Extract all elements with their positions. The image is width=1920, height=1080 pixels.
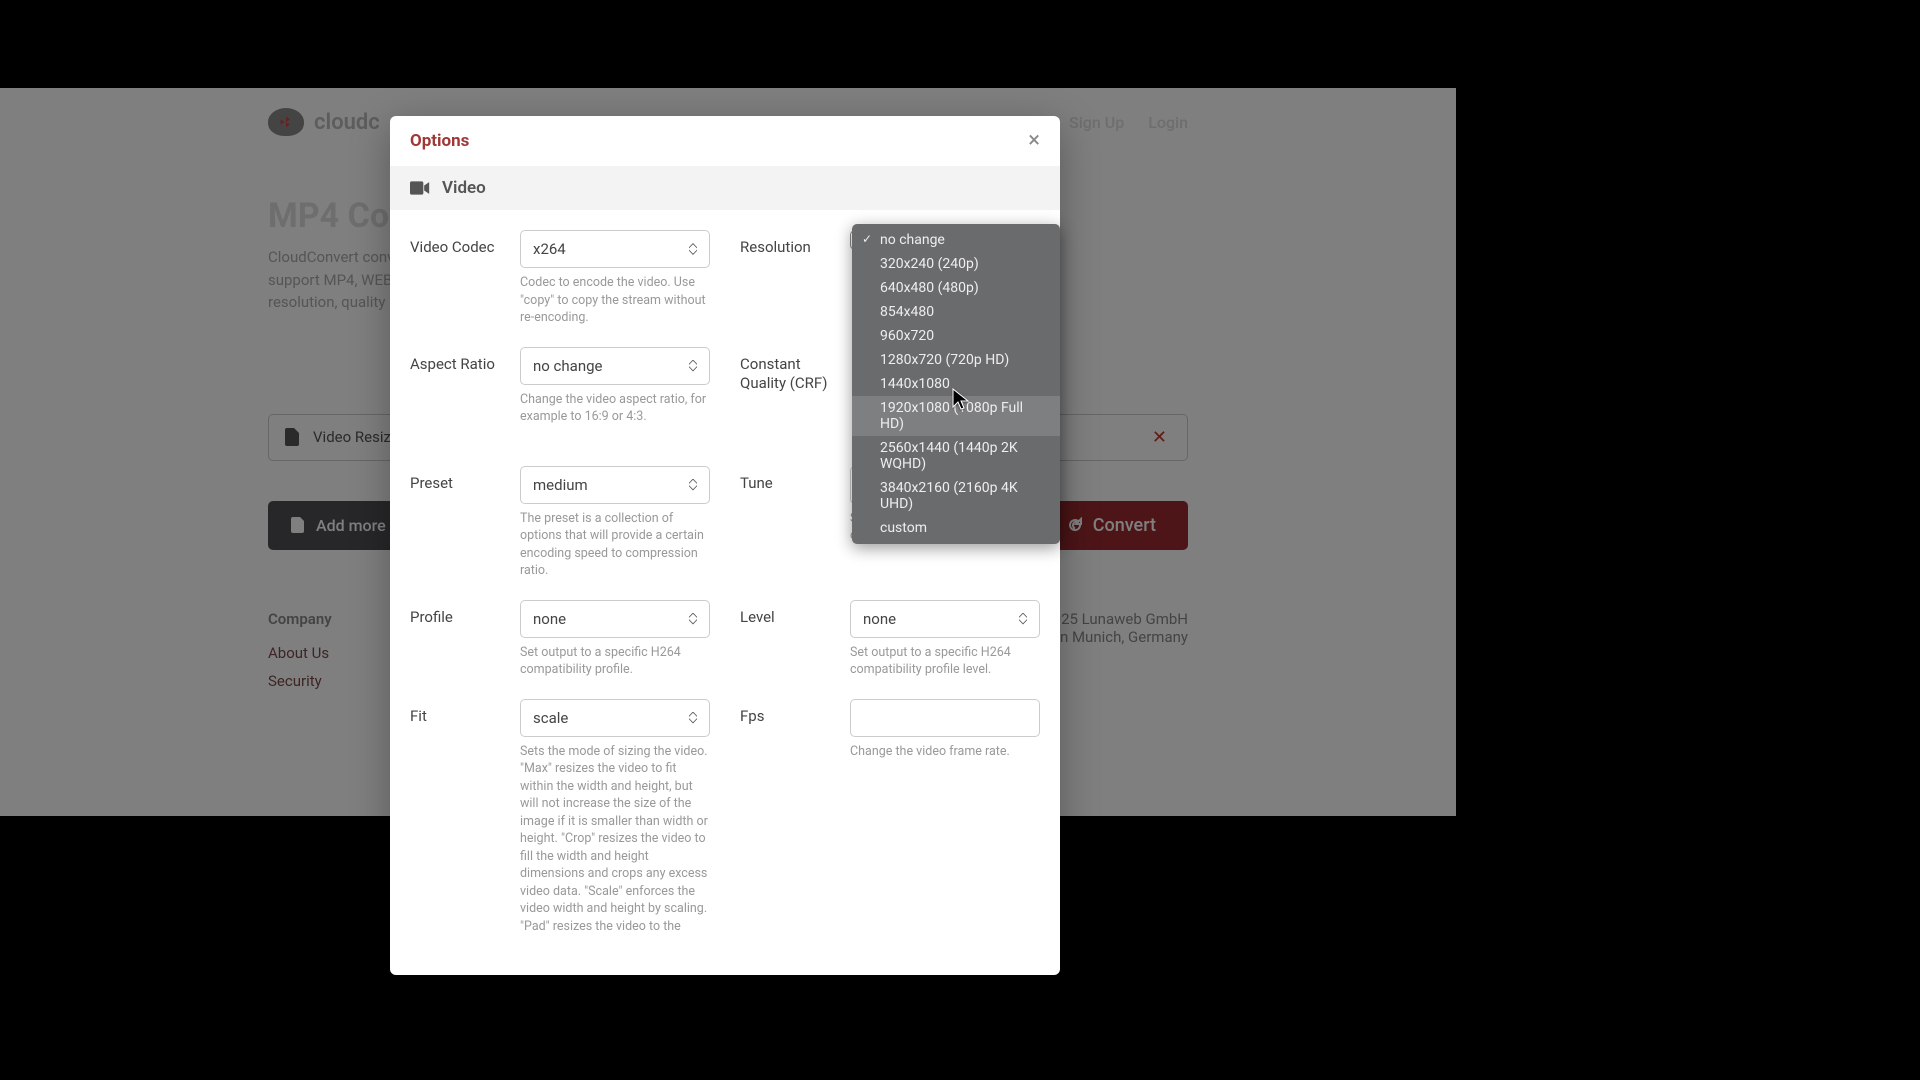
label-tune: Tune	[740, 466, 836, 494]
resolution-option[interactable]: 2560x1440 (1440p 2K WQHD)	[852, 436, 1060, 476]
label-video-codec: Video Codec	[410, 230, 506, 258]
select-level[interactable]: none	[850, 600, 1040, 638]
resolution-option[interactable]: 1280x720 (720p HD)	[852, 348, 1060, 372]
label-aspect: Aspect Ratio	[410, 347, 506, 375]
resolution-option[interactable]: 854x480	[852, 300, 1060, 324]
label-resolution: Resolution	[740, 230, 836, 258]
close-icon[interactable]: ×	[1028, 130, 1040, 152]
select-profile[interactable]: none	[520, 600, 710, 638]
help-codec: Codec to encode the video. Use "copy" to…	[520, 274, 710, 327]
section-header-video: Video	[390, 166, 1060, 210]
select-value: none	[533, 610, 566, 628]
help-profile: Set output to a specific H264 compatibil…	[520, 644, 710, 679]
help-fit: Sets the mode of sizing the video. "Max"…	[520, 743, 710, 936]
select-preset[interactable]: medium	[520, 466, 710, 504]
help-level: Set output to a specific H264 compatibil…	[850, 644, 1040, 679]
resolution-option[interactable]: 1920x1080 (1080p Full HD)	[852, 396, 1060, 436]
section-title: Video	[442, 178, 486, 198]
label-preset: Preset	[410, 466, 506, 494]
label-fit: Fit	[410, 699, 506, 727]
select-value: no change	[533, 357, 603, 375]
label-crf: Constant Quality (CRF)	[740, 347, 836, 394]
select-video-codec[interactable]: x264	[520, 230, 710, 268]
input-fps[interactable]	[850, 699, 1040, 737]
help-aspect: Change the video aspect ratio, for examp…	[520, 391, 710, 426]
select-value: x264	[533, 240, 566, 258]
select-aspect[interactable]: no change	[520, 347, 710, 385]
modal-title: Options	[410, 131, 469, 151]
label-level: Level	[740, 600, 836, 628]
help-fps: Change the video frame rate.	[850, 743, 1040, 761]
select-value: medium	[533, 476, 588, 494]
select-fit[interactable]: scale	[520, 699, 710, 737]
resolution-option[interactable]: 1440x1080	[852, 372, 1060, 396]
help-preset: The preset is a collection of options th…	[520, 510, 710, 580]
resolution-option[interactable]: 3840x2160 (2160p 4K UHD)	[852, 476, 1060, 516]
resolution-dropdown: no change320x240 (240p)640x480 (480p)854…	[852, 224, 1060, 544]
resolution-option[interactable]: no change	[852, 228, 1060, 252]
label-fps: Fps	[740, 699, 836, 727]
select-value: scale	[533, 709, 568, 727]
resolution-option[interactable]: 320x240 (240p)	[852, 252, 1060, 276]
video-icon	[410, 181, 430, 195]
label-profile: Profile	[410, 600, 506, 628]
select-value: none	[863, 610, 896, 628]
resolution-option[interactable]: custom	[852, 516, 1060, 540]
resolution-option[interactable]: 960x720	[852, 324, 1060, 348]
resolution-option[interactable]: 640x480 (480p)	[852, 276, 1060, 300]
